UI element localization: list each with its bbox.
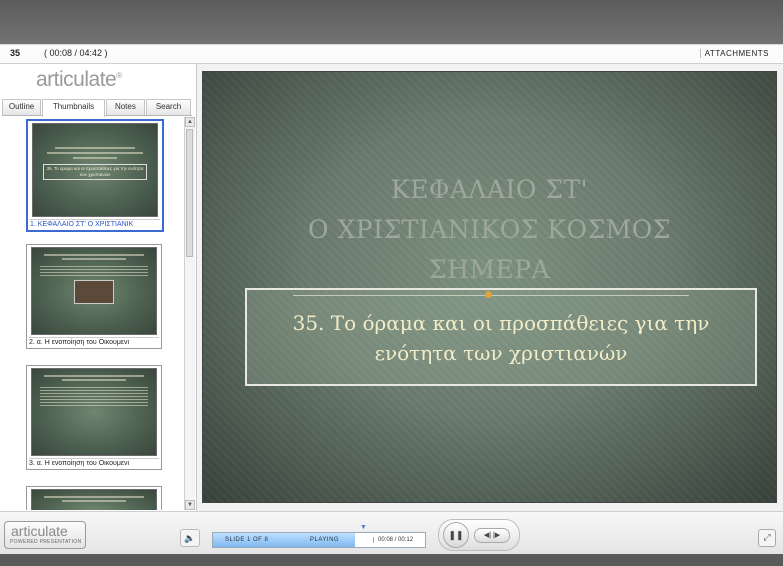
- articulate-logo: articulate®: [36, 68, 122, 91]
- sidebar-tabs: Outline Thumbnails Notes Search: [2, 99, 192, 117]
- bottom-band: [0, 554, 783, 566]
- slide-title-line: ΣΗΜΕΡΑ: [428, 255, 551, 284]
- volume-icon[interactable]: 🔈: [180, 529, 200, 547]
- thumbnail-subtitle: 35. Το όραμα και οι προσπάθειες για την …: [43, 164, 147, 180]
- thumbnail-image: [31, 489, 157, 510]
- pause-button[interactable]: ❚❚: [443, 522, 469, 548]
- scrollbar-thumb[interactable]: [186, 129, 193, 257]
- thumbnail-caption: 1. ΚΕΦΑΛΑΙΟ ΣΤ' Ο ΧΡΙΣΤΙΑΝΙΚ: [30, 219, 160, 228]
- tab-notes[interactable]: Notes: [105, 99, 145, 115]
- fullscreen-icon[interactable]: ⤢: [758, 529, 776, 547]
- header-bar: 35 ( 00:08 / 04:42 ) ATTACHMENTS: [0, 45, 783, 64]
- thumbnail-slide-4[interactable]: [26, 486, 162, 510]
- slide-title-line: Ο ΧΡΙΣΤΙΑΝΙΚΟΣ ΚΟΣΜΟΣ: [308, 215, 671, 244]
- slide-number: 35: [10, 48, 21, 58]
- thumbnail-image: [31, 247, 157, 335]
- scroll-up-icon[interactable]: ▲: [185, 117, 195, 127]
- sidebar: articulate® Outline Thumbnails Notes Sea…: [0, 64, 197, 511]
- slide-title-line: ΚΕΦΑΛΑΙΟ ΣΤ': [390, 175, 589, 204]
- pause-icon: ❚❚: [448, 530, 464, 540]
- divider-dot-icon: [485, 291, 492, 298]
- thumbnail-slide-2[interactable]: 2. α. Η ενοποίηση του Οικουμενι: [26, 244, 162, 349]
- rewind-icon[interactable]: ◀|: [484, 532, 491, 539]
- slide-stage: ΚΕΦΑΛΑΙΟ ΣΤ' Ο ΧΡΙΣΤΙΑΝΙΚΟΣ ΚΟΣΜΟΣ ΣΗΜΕΡ…: [197, 64, 783, 511]
- slide-subtitle: 35. Το όραμα και οι προσπάθειες για την …: [247, 308, 755, 368]
- thumbnail-image: [31, 368, 157, 456]
- attachments-button[interactable]: ATTACHMENTS: [699, 49, 769, 58]
- forward-icon[interactable]: |▶: [493, 532, 500, 539]
- scroll-down-icon[interactable]: ▼: [185, 500, 195, 510]
- progress-marker-icon: ▼: [360, 524, 367, 531]
- thumbnail-slide-3[interactable]: 3. α. Η ενοποίηση του Οικουμενι: [26, 365, 162, 470]
- slide-subtitle-box: 35. Το όραμα και οι προσπάθειες για την …: [245, 288, 757, 386]
- thumbnail-caption: 3. α. Η ενοποίηση του Οικουμενι: [29, 458, 159, 467]
- badge-subtitle: POWERED PRESENTATION: [10, 539, 82, 545]
- play-status: PLAYING: [310, 537, 340, 543]
- thumbnail-image: 35. Το όραμα και οι προσπάθειες για την …: [32, 123, 158, 217]
- thumbnail-list: 35. Το όραμα και οι προσπάθειες για την …: [2, 117, 183, 510]
- progress-bar[interactable]: SLIDE 1 OF 8 PLAYING 00:08 / 00:12: [212, 532, 426, 548]
- articulate-badge[interactable]: articulate POWERED PRESENTATION: [4, 521, 86, 549]
- tab-search[interactable]: Search: [145, 99, 192, 115]
- thumbnail-caption: 2. α. Η ενοποίηση του Οικουμενι: [29, 337, 159, 346]
- slide-subtitle-line: ενότητα των χριστιανών: [374, 341, 628, 365]
- tab-thumbnails[interactable]: Thumbnails: [42, 99, 105, 117]
- thumbnail-slide-1[interactable]: 35. Το όραμα και οι προσπάθειες για την …: [26, 119, 164, 232]
- badge-logo: articulate: [11, 523, 68, 539]
- thumbnail-scrollbar[interactable]: ▲ ▼: [184, 117, 195, 510]
- slide-status: SLIDE 1 OF 8: [225, 537, 269, 543]
- slide-subtitle-line: 35. Το όραμα και οι προσπάθειες για την: [292, 311, 710, 335]
- thumbnail-photo: [74, 280, 114, 304]
- slide-canvas: ΚΕΦΑΛΑΙΟ ΣΤ' Ο ΧΡΙΣΤΙΑΝΙΚΟΣ ΚΟΣΜΟΣ ΣΗΜΕΡ…: [202, 71, 777, 503]
- playback-controls: articulate POWERED PRESENTATION 🔈 ▼ SLID…: [0, 511, 783, 556]
- slide-title: ΚΕΦΑΛΑΙΟ ΣΤ' Ο ΧΡΙΣΤΙΑΝΙΚΟΣ ΚΟΣΜΟΣ ΣΗΜΕΡ…: [203, 170, 776, 290]
- playback-time: 00:08 / 00:12: [373, 537, 413, 543]
- header-time: ( 00:08 / 04:42 ): [44, 48, 108, 58]
- prev-next-buttons[interactable]: ◀| |▶: [474, 528, 510, 543]
- articulate-player: 35 ( 00:08 / 04:42 ) ATTACHMENTS articul…: [0, 44, 783, 556]
- top-band: [0, 0, 783, 44]
- tab-outline[interactable]: Outline: [2, 99, 42, 115]
